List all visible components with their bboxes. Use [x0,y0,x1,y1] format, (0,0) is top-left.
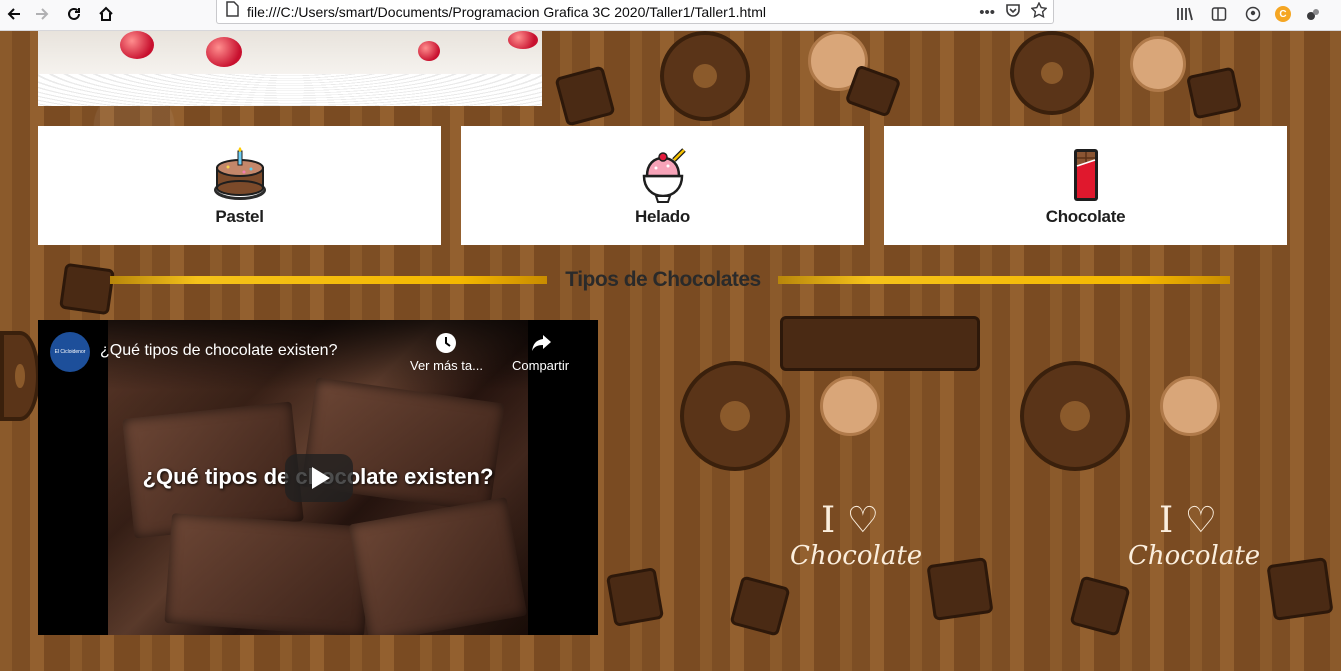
category-card-helado[interactable]: Helado [461,126,864,245]
chocolate-tile-decoration [926,557,994,621]
extension-c-icon[interactable]: C [1275,6,1291,22]
clock-icon [410,332,483,358]
pocket-icon[interactable] [1005,2,1021,22]
forward-icon[interactable] [28,0,56,28]
chocolate-bar-icon [1056,145,1116,205]
donut-decoration [1010,31,1094,115]
chocolate-tile-decoration [554,65,616,127]
url-text[interactable]: file:///C:/Users/smart/Documents/Program… [247,4,766,20]
hero-cake-image [38,31,542,106]
share-label: Compartir [512,358,570,373]
category-label: Chocolate [1045,206,1126,226]
watch-later-label: Ver más ta... [410,358,483,373]
i-love-text: I ♡ [821,500,879,541]
chocolate-tile-decoration [1069,575,1131,637]
youtube-video-embed[interactable]: El Cicloidenor ¿Qué tipos de chocolate e… [38,320,598,635]
chocolate-text: Chocolate [790,541,923,571]
video-title[interactable]: ¿Qué tipos de chocolate existen? [100,342,337,360]
file-icon [225,1,239,22]
chocolate-tile-decoration [729,575,791,637]
cake-icon [210,145,270,205]
play-button[interactable] [285,454,353,502]
donut-decoration [660,31,750,121]
share-button[interactable]: Compartir [512,332,569,373]
url-bar[interactable]: file:///C:/Users/smart/Documents/Program… [216,0,1054,24]
ice-cream-icon [633,145,693,205]
chocolate-tile-decoration [605,567,665,627]
chocolate-tile-decoration [1185,66,1243,120]
page-background: I ♡ Chocolate I ♡ Chocolate Pastel Helad… [0,31,1341,671]
i-love-chocolate-decoration: I ♡ Chocolate [790,500,923,572]
category-label: Pastel [215,206,264,226]
section-title: Tipos de Chocolates [565,268,761,291]
chocolate-tile-decoration [1266,557,1334,621]
channel-label: El Cicloidenor [54,349,86,355]
chocolate-text: Chocolate [1128,541,1261,571]
category-label: Helado [635,206,690,226]
bookmark-star-icon[interactable] [1030,1,1048,22]
chocolate-tile-decoration [59,262,115,316]
library-icon[interactable] [1173,2,1197,26]
cookie-decoration [820,376,880,436]
section-divider-right [778,276,1230,284]
share-icon [512,332,569,358]
browser-toolbar: file:///C:/Users/smart/Documents/Program… [0,0,1341,31]
category-card-chocolate[interactable]: Chocolate [884,126,1287,245]
donut-decoration [680,361,790,471]
channel-avatar[interactable]: El Cicloidenor [50,332,90,372]
back-icon[interactable] [0,0,28,28]
watch-later-button[interactable]: Ver más ta... [410,332,483,373]
i-love-text: I ♡ [1159,500,1217,541]
account-icon[interactable] [1241,2,1265,26]
chocolate-tile-decoration [780,316,980,371]
cookie-decoration [1160,376,1220,436]
sidebar-icon[interactable] [1207,2,1231,26]
reload-icon[interactable] [60,0,88,28]
donut-decoration [1020,361,1130,471]
more-icon[interactable]: ••• [979,4,995,21]
section-divider-left [110,276,547,284]
cookie-decoration [1130,36,1186,92]
i-love-chocolate-decoration: I ♡ Chocolate [1128,500,1261,572]
category-card-pastel[interactable]: Pastel [38,126,441,245]
extension-icon[interactable] [1301,2,1325,26]
donut-decoration [0,331,40,421]
home-icon[interactable] [92,0,120,28]
